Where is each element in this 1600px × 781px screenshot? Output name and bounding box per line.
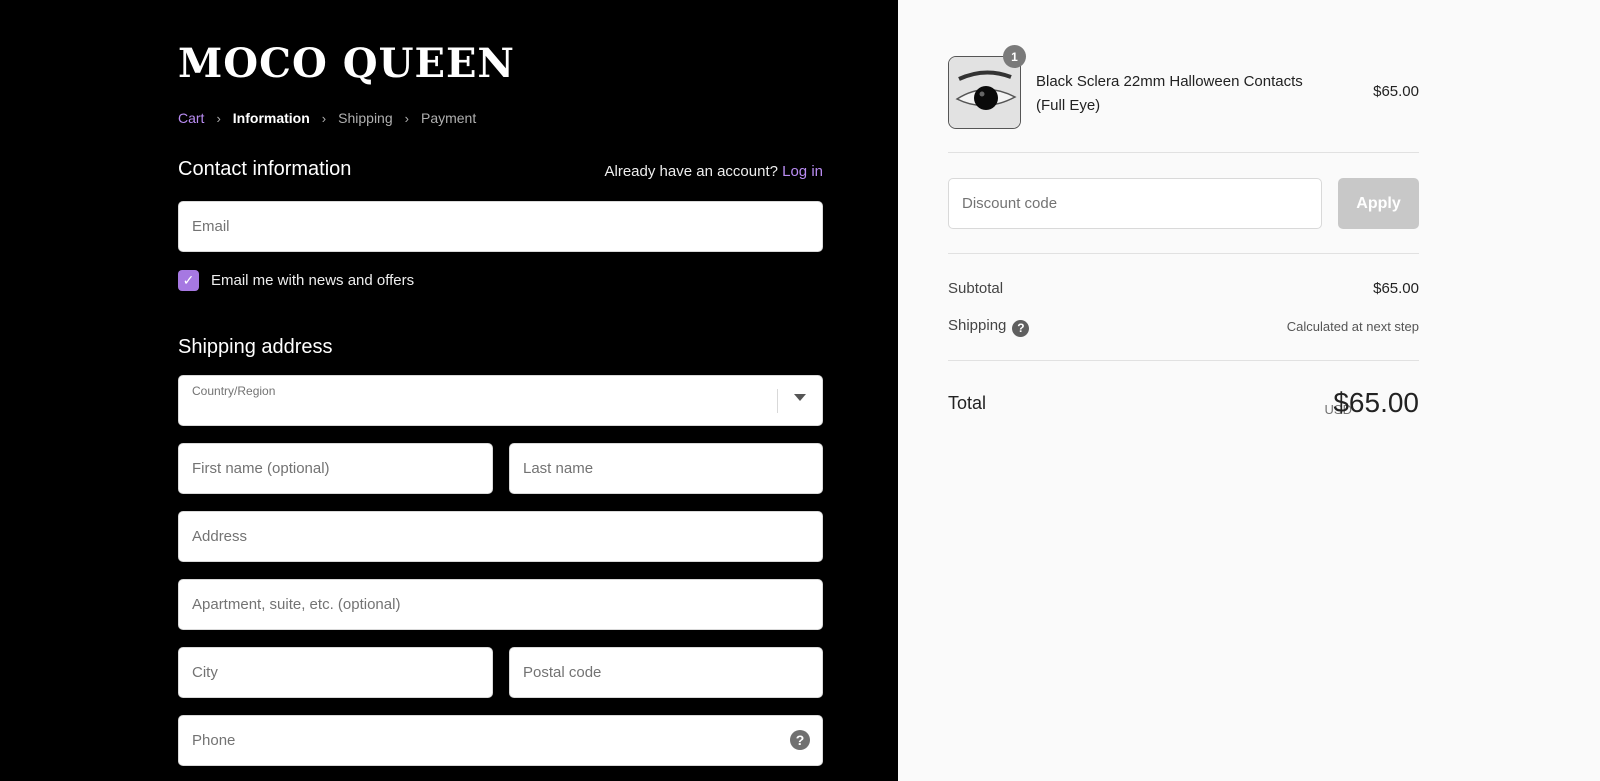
last-name-field-wrapper [509,443,823,494]
last-name-field[interactable] [510,444,822,493]
question-circle-icon[interactable]: ? [1012,319,1030,337]
first-name-field[interactable] [179,444,492,493]
discount-field-wrapper [948,178,1322,229]
contact-section-title: Contact information [178,158,352,180]
breadcrumb-shipping: Shipping [338,110,393,126]
phone-field[interactable] [179,716,822,765]
breadcrumb-information: Information [232,110,310,126]
city-field[interactable] [179,648,492,697]
total-label: Total [948,393,987,413]
account-prompt-text: Already have an account? [604,163,778,180]
caret-down-icon[interactable] [794,394,806,401]
newsletter-label[interactable]: Email me with news and offers [211,272,414,289]
account-prompt: Already have an account? Log in [605,163,824,180]
select-divider [777,389,778,413]
country-select[interactable]: Country/Region [178,375,823,426]
breadcrumb-cart[interactable]: Cart [178,110,204,126]
subtotal-label: Subtotal [948,280,1004,297]
postal-code-field-wrapper [509,647,823,698]
subtotal-value: $65.00 [1373,280,1419,297]
phone-field-wrapper: ? [178,715,823,766]
email-field[interactable] [179,202,822,251]
shipping-section-title: Shipping address [178,336,333,358]
question-circle-icon[interactable]: ? [790,730,810,750]
eye-image [949,57,1020,128]
store-logo[interactable]: MOCO QUEEN [178,40,515,87]
shipping-summary-row: Shipping? [948,317,1030,337]
discount-code-input[interactable] [949,179,1321,228]
product-name: Black Sclera 22mm Halloween Contacts (Fu… [1036,73,1303,114]
email-field-wrapper [178,201,823,252]
apply-discount-button[interactable]: Apply [1338,178,1419,229]
address-field[interactable] [179,512,822,561]
postal-code-field[interactable] [510,648,822,697]
newsletter-option[interactable]: ✓ Email me with news and offers [178,270,414,291]
chevron-right-icon: › [404,110,409,126]
apartment-field-wrapper [178,579,823,630]
total-value: $65.00 [1333,387,1419,418]
shipping-label: Shipping [948,317,1007,334]
summary-divider [948,152,1419,153]
product-price: $65.00 [1373,83,1419,100]
newsletter-checkbox[interactable]: ✓ [178,270,199,291]
checkout-main: MOCO QUEEN Cart › Information › Shipping… [0,0,898,781]
first-name-field-wrapper [178,443,493,494]
country-select-label: Country/Region [192,384,276,398]
address-field-wrapper [178,511,823,562]
breadcrumb: Cart › Information › Shipping › Payment [178,110,476,126]
city-field-wrapper [178,647,493,698]
checkmark-icon: ✓ [182,272,195,288]
quantity-badge: 1 [1003,45,1026,68]
breadcrumb-payment: Payment [420,110,477,126]
chevron-right-icon: › [321,110,327,126]
login-link[interactable]: Log in [782,163,823,180]
shipping-value: Calculated at next step [1286,319,1419,334]
summary-divider [948,360,1419,361]
summary-divider [948,253,1419,254]
apartment-field[interactable] [179,580,822,629]
chevron-right-icon: › [216,110,221,126]
